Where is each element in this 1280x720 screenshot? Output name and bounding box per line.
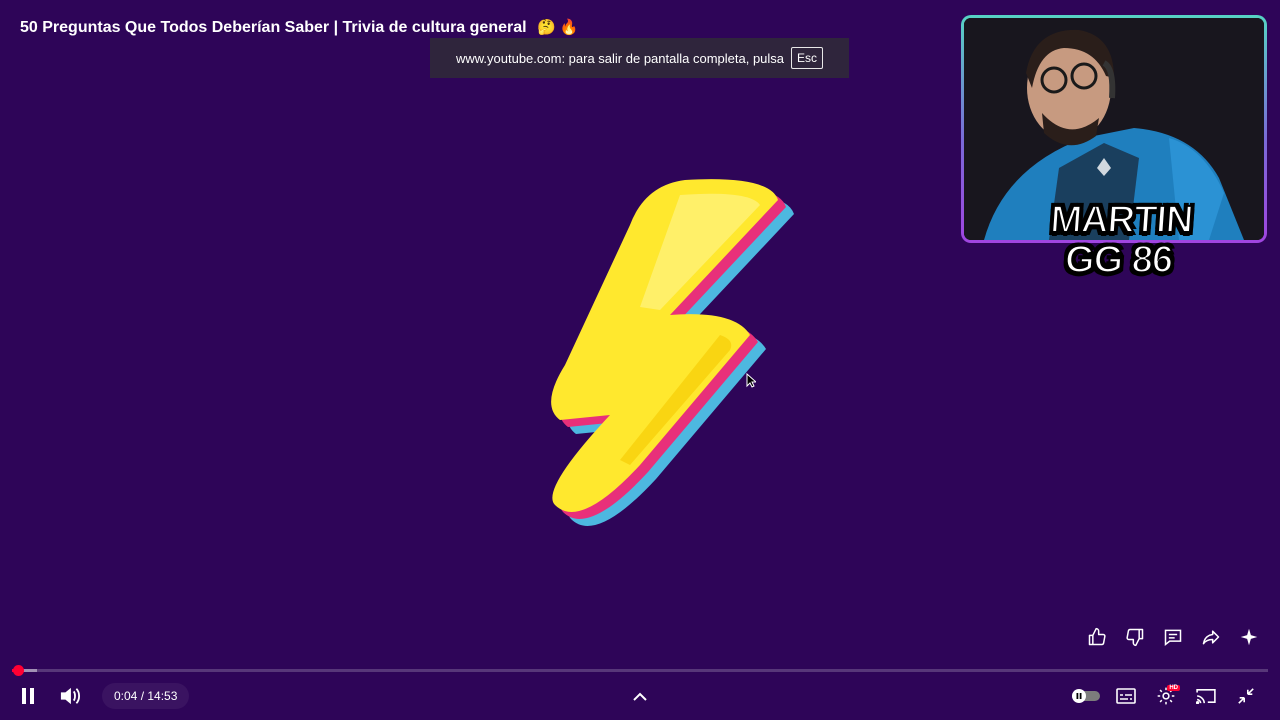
- progress-bar[interactable]: [12, 665, 1268, 676]
- time-separator: /: [137, 689, 148, 703]
- settings-button[interactable]: HD: [1146, 680, 1186, 712]
- lightning-bolt-graphic: [520, 175, 820, 545]
- thumbs-up-icon: [1088, 627, 1106, 646]
- current-time: 0:04: [114, 689, 138, 703]
- comments-icon: [1164, 629, 1182, 647]
- chevron-up-icon: [633, 692, 647, 701]
- title-emojis: 🤔 🔥: [537, 19, 579, 36]
- expand-up-button[interactable]: [623, 682, 657, 712]
- hd-badge: HD: [1167, 685, 1180, 691]
- volume-icon: [60, 687, 80, 705]
- pause-button[interactable]: [10, 680, 46, 712]
- share-icon: [1202, 630, 1220, 645]
- video-player[interactable]: 50 Preguntas Que Todos Deberían Saber | …: [0, 0, 1280, 720]
- sparkle-icon: [1240, 628, 1258, 646]
- action-buttons: [1078, 620, 1268, 654]
- thumbs-down-icon: [1126, 628, 1144, 647]
- video-title-text: 50 Preguntas Que Todos Deberían Saber | …: [20, 19, 527, 36]
- share-button[interactable]: [1192, 620, 1230, 654]
- comments-button[interactable]: [1154, 620, 1192, 654]
- pause-icon: [22, 688, 34, 704]
- volume-button[interactable]: [52, 680, 88, 712]
- exit-fullscreen-button[interactable]: [1226, 680, 1266, 712]
- dislike-button[interactable]: [1116, 620, 1154, 654]
- autoplay-toggle-icon: [1072, 689, 1100, 703]
- toast-message: www.youtube.com: para salir de pantalla …: [455, 50, 785, 66]
- duration: 14:53: [147, 689, 178, 703]
- controls-left: 0:04 / 14:53: [10, 680, 190, 712]
- subtitles-icon: [1116, 688, 1136, 704]
- autoplay-toggle[interactable]: [1066, 680, 1106, 712]
- exit-fullscreen-icon: [1238, 688, 1254, 704]
- cast-button[interactable]: [1186, 680, 1226, 712]
- video-title[interactable]: 50 Preguntas Que Todos Deberían Saber | …: [20, 18, 579, 37]
- ask-ai-button[interactable]: [1230, 620, 1268, 654]
- time-display: 0:04 / 14:53: [102, 683, 190, 709]
- esc-key-hint: Esc: [791, 47, 824, 69]
- like-button[interactable]: [1078, 620, 1116, 654]
- controls-right: HD: [1066, 680, 1266, 712]
- streamer-name-logo: MARTIN GG 86: [1037, 198, 1203, 282]
- scrubber-handle[interactable]: [12, 665, 24, 676]
- streamer-name-line1: MARTIN: [1048, 198, 1195, 242]
- fullscreen-exit-toast: www.youtube.com: para salir de pantalla …: [430, 38, 849, 78]
- cast-icon: [1196, 688, 1216, 704]
- streamer-name-line2: GG 86: [1063, 238, 1175, 282]
- mouse-cursor: [746, 372, 758, 393]
- subtitles-button[interactable]: [1106, 680, 1146, 712]
